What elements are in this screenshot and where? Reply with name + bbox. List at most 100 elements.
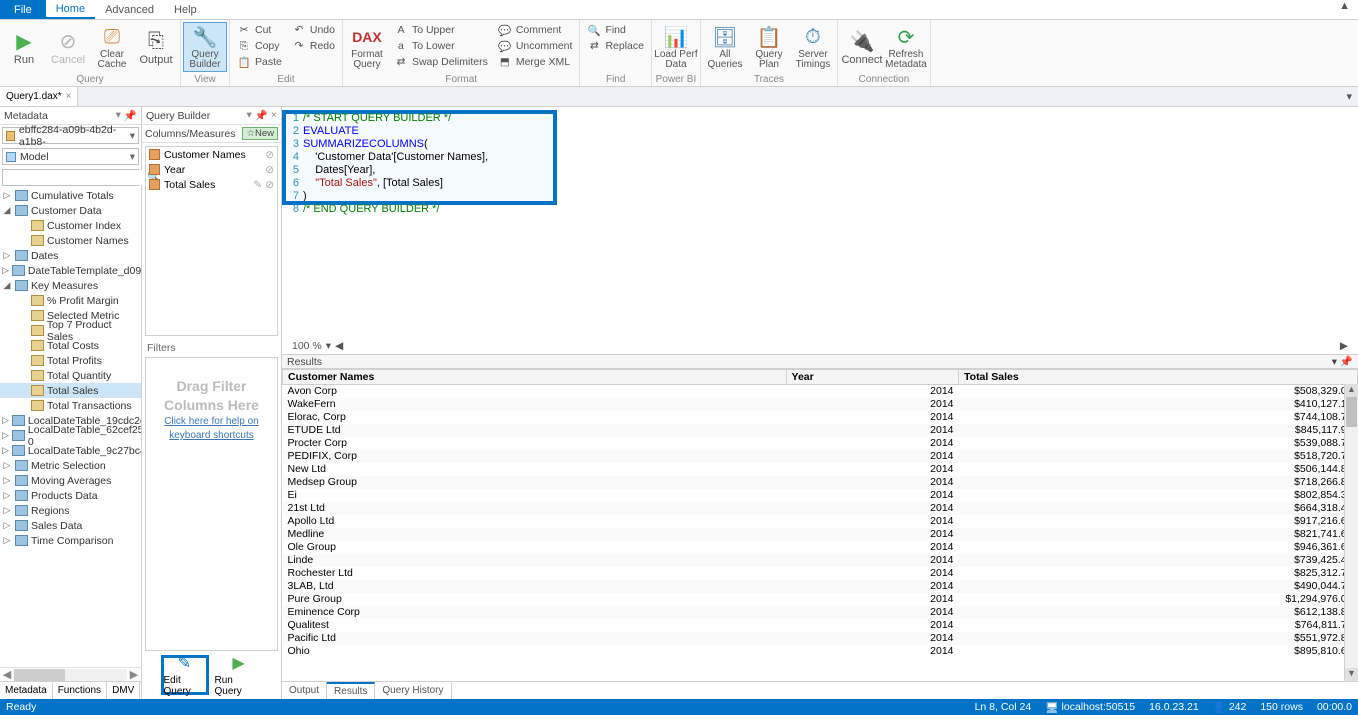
- close-icon[interactable]: ×: [66, 91, 72, 102]
- table-row[interactable]: Ei2014$802,854.30: [283, 489, 1358, 502]
- help-link[interactable]: keyboard shortcuts: [169, 430, 254, 441]
- cancel-button[interactable]: ⊘Cancel: [46, 22, 90, 72]
- filters-drop-zone[interactable]: Drag Filter Columns Here Click here for …: [145, 357, 278, 651]
- zoom-dropdown[interactable]: ▾: [326, 340, 331, 352]
- new-measure-button[interactable]: ☆New: [242, 127, 278, 140]
- expander-icon[interactable]: ▷: [2, 265, 9, 276]
- expander-icon[interactable]: ▷: [2, 445, 9, 456]
- qb-item[interactable]: Year⊘: [146, 162, 277, 177]
- tree-item[interactable]: ▷Dates: [0, 248, 141, 263]
- tab-output[interactable]: Output: [282, 682, 327, 699]
- table-row[interactable]: 21st Ltd2014$664,318.40: [283, 502, 1358, 515]
- all-queries-button[interactable]: 🗄All Queries: [703, 22, 747, 72]
- expander-icon[interactable]: ▷: [2, 430, 9, 441]
- tab-query-history[interactable]: Query History: [375, 682, 451, 699]
- table-row[interactable]: Qualitest2014$764,811.70: [283, 619, 1358, 632]
- paste-button[interactable]: 📋Paste: [234, 54, 285, 70]
- to-upper-button[interactable]: ATo Upper: [391, 22, 491, 38]
- edit-query-button[interactable]: ✎Edit Query: [161, 655, 209, 695]
- table-row[interactable]: Elorac, Corp2014$744,108.70: [283, 411, 1358, 424]
- search-input[interactable]: [3, 170, 144, 185]
- run-query-button[interactable]: ▶Run Query: [215, 655, 263, 695]
- document-tab[interactable]: Query1.dax* ×: [0, 87, 78, 106]
- table-row[interactable]: Linde2014$739,425.40: [283, 554, 1358, 567]
- table-row[interactable]: ETUDE Ltd2014$845,117.90: [283, 424, 1358, 437]
- tab-results[interactable]: Results: [327, 682, 375, 699]
- to-lower-button[interactable]: aTo Lower: [391, 38, 491, 54]
- table-row[interactable]: Avon Corp2014$508,329.00: [283, 385, 1358, 398]
- tree-item[interactable]: ▷Sales Data: [0, 518, 141, 533]
- expander-icon[interactable]: ▷: [2, 190, 12, 201]
- expander-icon[interactable]: ▷: [2, 475, 12, 486]
- refresh-metadata-button[interactable]: ⟳Refresh Metadata: [884, 22, 928, 72]
- tree-item[interactable]: ▷Regions: [0, 503, 141, 518]
- scroll-left[interactable]: ◀: [335, 340, 343, 352]
- connect-button[interactable]: 🔌Connect: [840, 22, 884, 72]
- tree-item[interactable]: ▷Moving Averages: [0, 473, 141, 488]
- find-button[interactable]: 🔍Find: [584, 22, 647, 38]
- tree-item[interactable]: Top 7 Product Sales: [0, 323, 141, 338]
- tree-item[interactable]: Total Quantity: [0, 368, 141, 383]
- tree-item[interactable]: Customer Index: [0, 218, 141, 233]
- tree-item[interactable]: ▷LocalDateTable_9c27bc4b-: [0, 443, 141, 458]
- ribbon-collapse[interactable]: ▲: [1331, 0, 1358, 19]
- expander-icon[interactable]: ▷: [2, 250, 12, 261]
- copy-button[interactable]: ⎘Copy: [234, 38, 285, 54]
- tree-item[interactable]: ▷LocalDateTable_62cef255-0: [0, 428, 141, 443]
- expander-icon[interactable]: ◢: [2, 205, 12, 216]
- menu-help[interactable]: Help: [164, 0, 207, 19]
- run-button[interactable]: ▶Run: [2, 22, 46, 72]
- tab-overflow-dropdown[interactable]: ▾: [1340, 87, 1358, 106]
- expander-icon[interactable]: ▷: [2, 490, 12, 501]
- pin-icon[interactable]: ▾: [247, 109, 252, 122]
- table-row[interactable]: 3LAB, Ltd2014$490,044.70: [283, 580, 1358, 593]
- results-dropdown[interactable]: ▾ 📌: [1332, 355, 1353, 368]
- tree-item[interactable]: ▷Time Comparison: [0, 533, 141, 548]
- table-row[interactable]: Medline2014$821,741.60: [283, 528, 1358, 541]
- results-v-scrollbar[interactable]: ▲▼: [1344, 384, 1358, 681]
- column-header[interactable]: Total Sales: [959, 370, 1358, 385]
- swap-delimiters-button[interactable]: ⇄Swap Delimiters: [391, 54, 491, 70]
- uncomment-button[interactable]: 💬Uncomment: [495, 38, 576, 54]
- qb-item[interactable]: Customer Names⊘: [146, 147, 277, 162]
- tree-item[interactable]: Customer Names: [0, 233, 141, 248]
- expander-icon[interactable]: ▷: [2, 535, 12, 546]
- metadata-h-scrollbar[interactable]: ◀▶: [0, 667, 141, 681]
- menu-advanced[interactable]: Advanced: [95, 0, 164, 19]
- table-row[interactable]: Rochester Ltd2014$825,312.70: [283, 567, 1358, 580]
- tree-item[interactable]: ▷Cumulative Totals: [0, 188, 141, 203]
- table-row[interactable]: Ohio2014$895,810.60: [283, 645, 1358, 658]
- item-action[interactable]: ⊘: [265, 149, 274, 161]
- output-button[interactable]: ⎘Output: [134, 22, 178, 72]
- format-query-button[interactable]: DAXFormat Query: [345, 22, 389, 72]
- clear-cache-button[interactable]: ⎚Clear Cache: [90, 22, 134, 72]
- column-header[interactable]: Customer Names: [283, 370, 787, 385]
- table-row[interactable]: PEDIFIX, Corp2014$518,720.70: [283, 450, 1358, 463]
- column-header[interactable]: Year: [786, 370, 959, 385]
- expander-icon[interactable]: ▷: [2, 505, 12, 516]
- expander-icon[interactable]: ▷: [2, 520, 12, 531]
- item-action[interactable]: ⊘: [265, 164, 274, 176]
- code-editor[interactable]: 1/* START QUERY BUILDER */2EVALUATE3SUMM…: [282, 107, 1358, 354]
- query-builder-button[interactable]: 🔧Query Builder: [183, 22, 227, 72]
- pin-icon[interactable]: 📌: [255, 109, 268, 122]
- table-row[interactable]: New Ltd2014$506,144.80: [283, 463, 1358, 476]
- table-row[interactable]: Procter Corp2014$539,088.70: [283, 437, 1358, 450]
- help-link[interactable]: Click here for help on: [164, 416, 259, 427]
- expander-icon[interactable]: ▷: [2, 460, 12, 471]
- tree-item[interactable]: % Profit Margin: [0, 293, 141, 308]
- table-row[interactable]: Eminence Corp2014$612,138.80: [283, 606, 1358, 619]
- cut-button[interactable]: ✂Cut: [234, 22, 285, 38]
- undo-button[interactable]: ↶Undo: [289, 22, 338, 38]
- qb-item[interactable]: Total Sales✎⊘: [146, 177, 277, 192]
- comment-button[interactable]: 💬Comment: [495, 22, 576, 38]
- model-combo[interactable]: Model▾: [2, 148, 139, 165]
- table-row[interactable]: WakeFern2014$410,127.10: [283, 398, 1358, 411]
- close-icon[interactable]: ×: [271, 109, 277, 122]
- table-row[interactable]: Pure Group2014$1,294,976.00: [283, 593, 1358, 606]
- redo-button[interactable]: ↷Redo: [289, 38, 338, 54]
- tab-dmv[interactable]: DMV: [107, 682, 140, 699]
- tab-metadata[interactable]: Metadata: [0, 682, 53, 699]
- tree-item[interactable]: Total Profits: [0, 353, 141, 368]
- tree-item[interactable]: ◢Key Measures: [0, 278, 141, 293]
